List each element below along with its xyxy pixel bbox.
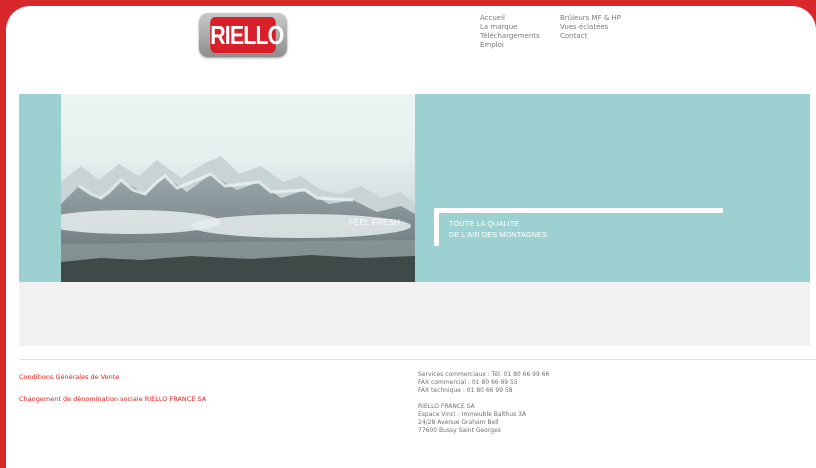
nav-la-marque[interactable]: La marque: [480, 23, 540, 32]
cgv-link[interactable]: Conditions Générales de Vente: [19, 373, 206, 381]
mountain-illustration: [61, 156, 415, 282]
main-nav: Accueil La marque Téléchargements Emploi: [480, 14, 540, 50]
logo-text: RIELLO: [210, 17, 284, 53]
tagline-line-2: DE L'AIR DES MONTAGNES: [449, 230, 547, 239]
contact-tech-fax: FAX technique : 01 80 66 99 58: [418, 387, 513, 394]
nav-accueil[interactable]: Accueil: [480, 14, 540, 23]
address-building: Espace Vinci - Immeuble Balthus 3A: [418, 411, 527, 418]
tagline-line-1: TOUTE LA QUALITE: [449, 219, 520, 228]
contact-sales-fax: FAX commercial : 01 80 66 99 55: [418, 379, 518, 386]
address-street: 24/28 Avenue Graham Bell: [418, 419, 499, 426]
footer-links: Conditions Générales de Vente Changement…: [19, 373, 206, 417]
address-company: RIELLO FRANCE SA: [418, 403, 475, 410]
hero-tagline: TOUTE LA QUALITE DE L'AIR DES MONTAGNES: [449, 218, 547, 240]
secondary-nav: Brûleurs MF & HP Vues éclatées Contact: [560, 14, 621, 41]
footer-contact-info: Services commerciaux : Tél. 01 80 66 99 …: [418, 371, 549, 435]
footer-divider: [19, 359, 816, 360]
page: RIELLO Accueil La marque Téléchargements…: [6, 6, 816, 468]
nav-contact[interactable]: Contact: [560, 32, 621, 41]
riello-logo[interactable]: RIELLO: [199, 13, 287, 57]
nav-emploi[interactable]: Emploi: [480, 41, 540, 50]
hero-banner: FEEL FRESH TOUTE LA QUALITE DE L'AIR DES…: [19, 94, 810, 282]
gray-content-band: [19, 282, 810, 346]
tagline-frame-left: [434, 208, 439, 246]
name-change-link[interactable]: Changement de dénomination sociale RIELL…: [19, 395, 206, 403]
mountain-photo: FEEL FRESH: [61, 94, 415, 282]
feel-fresh-caption: FEEL FRESH: [349, 218, 401, 227]
nav-telechargements[interactable]: Téléchargements: [480, 32, 540, 41]
nav-bruleurs[interactable]: Brûleurs MF & HP: [560, 14, 621, 23]
address-city: 77600 Bussy Saint Georges: [418, 427, 501, 434]
tagline-frame-top: [434, 208, 723, 213]
nav-vues-eclatees[interactable]: Vues éclatées: [560, 23, 621, 32]
contact-sales-phone: Services commerciaux : Tél. 01 80 66 99 …: [418, 371, 550, 378]
